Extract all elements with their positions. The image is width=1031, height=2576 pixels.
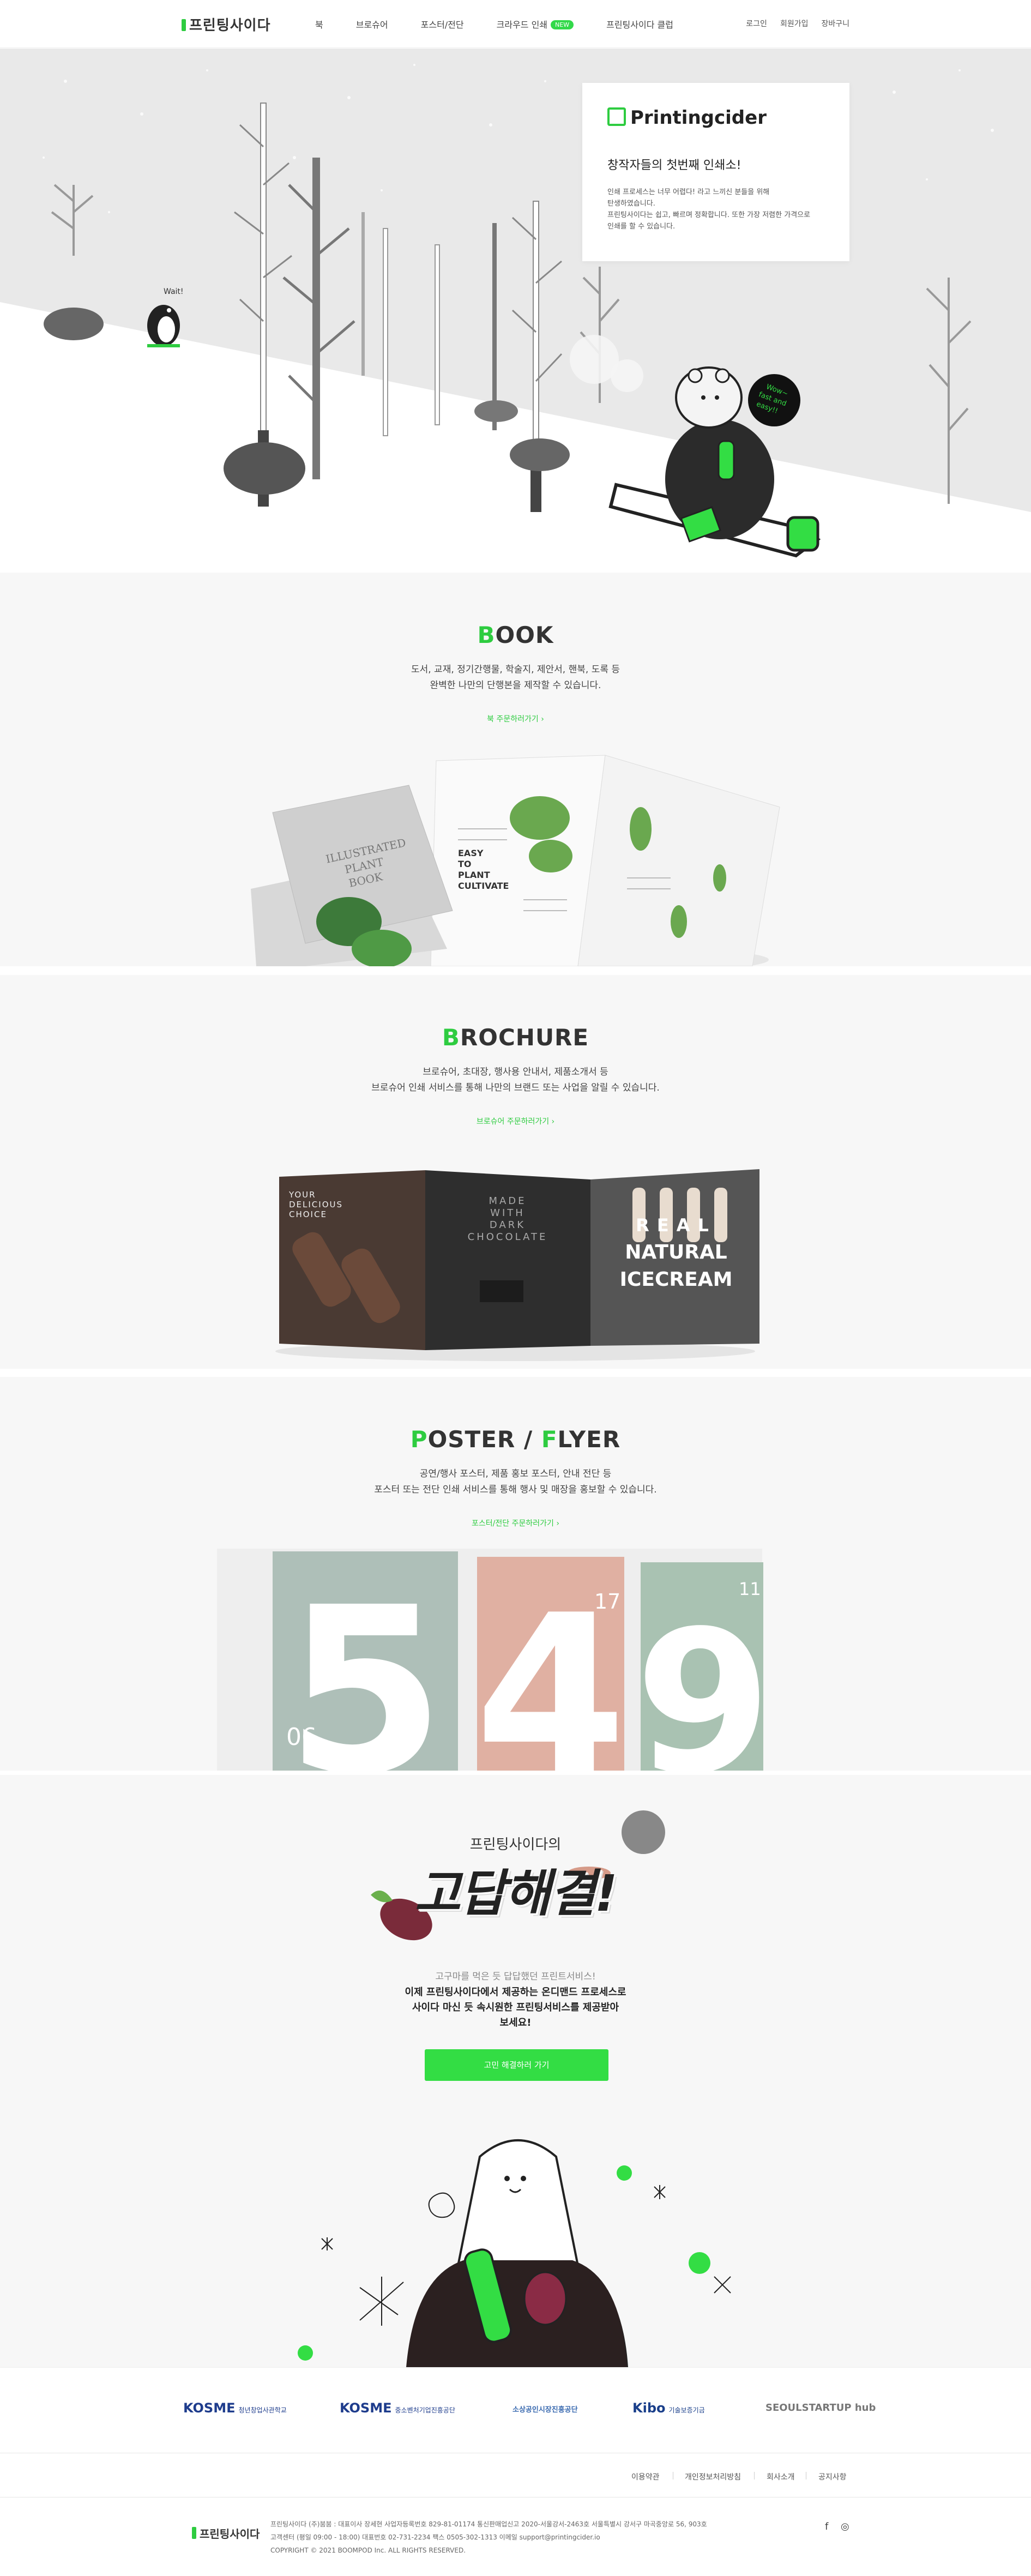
svg-text:11: 11	[739, 1579, 761, 1599]
instagram-icon[interactable]: ◎	[841, 2521, 849, 2532]
privacy-link[interactable]: 개인정보처리방침	[685, 2471, 741, 2482]
partner-logos: KOSME 청년창업사관학교 KOSME 중소벤처기업진흥공단 소상공인시장진흥공단…	[0, 2367, 1031, 2453]
hero-illustration: Wait! Wow~ fast and easy!!	[0, 64, 1031, 570]
partner-kibo[interactable]: Kibo 기술보증기금	[632, 2400, 705, 2416]
svg-text:ICECREAM: ICECREAM	[620, 1268, 733, 1291]
footer-links: 이용약관 개인정보처리방침 회사소개 공지사항	[0, 2454, 1031, 2497]
notice-link[interactable]: 공지사항	[818, 2471, 847, 2482]
site-header: 프린팅사이다 북 브로슈어 포스터/전단 크라우드 인쇄 NEW 프린팅사이다 클…	[0, 0, 1031, 48]
nav-book[interactable]: 북	[315, 17, 323, 31]
nav-club[interactable]: 프린팅사이다 클럽	[606, 17, 673, 31]
site-footer: 프린팅사이다 프린팅사이다 (주)붐붐 : 대표이사 장세현 사업자등록번호 8…	[0, 2498, 1031, 2576]
svg-text:TO: TO	[458, 859, 472, 869]
nav-crowd-print[interactable]: 크라우드 인쇄 NEW	[497, 17, 574, 31]
site-logo[interactable]: 프린팅사이다	[182, 14, 271, 34]
svg-text:CULTIVATE: CULTIVATE	[458, 881, 509, 891]
nav-poster[interactable]: 포스터/전단	[421, 17, 464, 31]
svg-text:PLANT: PLANT	[458, 870, 490, 880]
card-logo: Printingcider	[607, 107, 767, 129]
svg-text:WITH: WITH	[490, 1207, 525, 1219]
util-nav: 로그인 회원가입 장바구니	[746, 18, 849, 29]
new-badge: NEW	[551, 20, 574, 29]
signup-link[interactable]: 회원가입	[780, 18, 809, 29]
section-poster: POSTER / FLYER 공연/행사 포스터, 제품 홍보 포스터, 안내 …	[0, 1377, 1031, 1771]
partner-kosme-2[interactable]: KOSME 중소벤처기업진흥공단	[340, 2400, 455, 2416]
section-book: BOOK 도서, 교재, 정기간행물, 학술지, 제안서, 핸북, 도록 등 완…	[0, 573, 1031, 966]
company-link[interactable]: 회사소개	[767, 2471, 795, 2482]
penguin-bubble: Wait!	[164, 287, 184, 296]
logo-mark-icon	[182, 19, 186, 31]
terms-link[interactable]: 이용약관	[631, 2471, 660, 2482]
card-title: 창작자들의 첫번째 인쇄소!	[607, 159, 741, 172]
partner-seoul-startup-hub[interactable]: SEOULSTARTUP hub	[765, 2402, 876, 2414]
book-illustration: EASY TO PLANT CULTIVATE ILLUSTRATED PLAN…	[251, 755, 780, 966]
svg-text:YOUR: YOUR	[288, 1190, 316, 1200]
divider	[754, 2472, 755, 2479]
company-info: 프린팅사이다 (주)붐붐 : 대표이사 장세현 사업자등록번호 829-81-0…	[270, 2520, 707, 2554]
svg-text:17: 17	[594, 1590, 620, 1614]
svg-text:NATURAL: NATURAL	[625, 1241, 727, 1263]
promo-text: 이제 프린팅사이다에서 제공하는 온디맨드 프로세스로 사이다 마신 듯 속시원…	[405, 1987, 626, 2029]
login-link[interactable]: 로그인	[746, 18, 767, 29]
section-brochure: BROCHURE 브로슈어, 초대장, 행사용 안내서, 제품소개서 등 브로슈…	[0, 975, 1031, 1369]
cart-link[interactable]: 장바구니	[821, 18, 849, 29]
partner-semas[interactable]: 소상공인시장진흥공단	[513, 2404, 578, 2414]
svg-text:DELICIOUS: DELICIOUS	[289, 1200, 343, 1209]
penguin-character: Wait!	[147, 287, 184, 347]
hero-banner: Wait! Wow~ fast and easy!! Printingcider	[0, 49, 1031, 570]
svg-text:06: 06	[286, 1723, 317, 1751]
card-description: 인쇄 프로세스는 너무 어렵다! 라고 느끼신 분들을 위해 탄생하였습니다. …	[607, 188, 811, 231]
facebook-icon[interactable]: f	[825, 2521, 828, 2532]
hero-intro-card: Printingcider 창작자들의 첫번째 인쇄소! 인쇄 프로세스는 너무…	[582, 83, 849, 261]
main-nav: 북 브로슈어 포스터/전단 크라우드 인쇄 NEW 프린팅사이다 클럽	[315, 17, 706, 31]
page: 프린팅사이다 북 브로슈어 포스터/전단 크라우드 인쇄 NEW 프린팅사이다 클…	[0, 0, 1031, 2576]
svg-text:MADE: MADE	[489, 1195, 526, 1207]
svg-text:CHOICE: CHOICE	[289, 1209, 327, 1219]
svg-text:DARK: DARK	[490, 1219, 526, 1231]
solve-problem-button[interactable]: 고민 해결하러 가기	[425, 2049, 608, 2081]
brochure-illustration: YOUR DELICIOUS CHOICE MADE WITH DARK CHO…	[275, 1169, 759, 1361]
svg-text:EASY: EASY	[458, 848, 484, 858]
promo-headline: 고답해결!	[414, 1864, 618, 1923]
svg-text:REAL: REAL	[636, 1215, 716, 1236]
logo-mark-icon	[192, 2527, 196, 2539]
footer-logo: 프린팅사이다	[192, 2525, 260, 2541]
svg-text:9: 9	[635, 1588, 772, 1771]
poster-illustration: 5 4 9 06 17 11	[217, 1549, 772, 1771]
printingcider-logo-icon	[607, 107, 626, 126]
nav-brochure[interactable]: 브로슈어	[356, 17, 388, 31]
promo-subtitle: 고구마를 먹은 듯 답답했던 프린트서비스!	[435, 1971, 596, 1982]
partner-kosme-1[interactable]: KOSME 청년창업사관학교	[183, 2400, 287, 2416]
svg-text:CHOCOLATE: CHOCOLATE	[468, 1231, 548, 1243]
promo-small-title: 프린팅사이다의	[469, 1837, 562, 1853]
